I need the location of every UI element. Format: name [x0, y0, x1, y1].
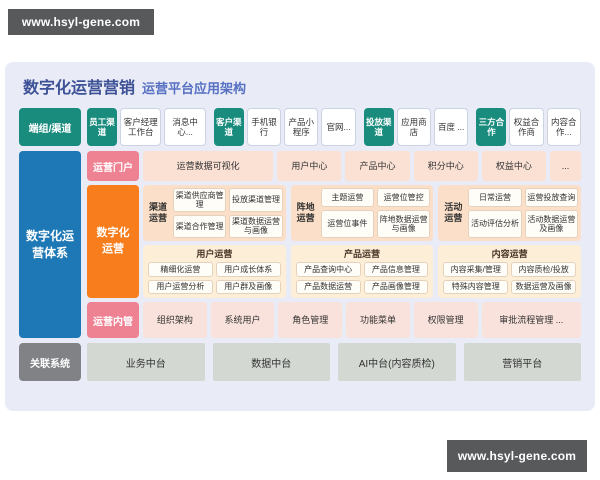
internal-item: 角色管理 [278, 302, 343, 338]
ops-group-grid: 内容采集/管理 内容质检/投放 特殊内容管理 数据运营及画像 [443, 262, 577, 294]
ops-box: 用户运营分析 [148, 279, 213, 294]
ops-box: 运营位管控 [377, 188, 431, 207]
ops-group-user: 用户运营 精细化运营 用户成长体系 用户运营分析 用户群及画像 [143, 245, 286, 298]
internal-item: 审批流程管理 ... [481, 302, 582, 338]
page-title: 数字化运营营销 运营平台应用架构 [23, 74, 581, 98]
portal-item: 运营数据可视化 [143, 151, 274, 181]
ops-box: 用户群及画像 [215, 279, 281, 294]
digital-ops-row: 数字化运营 渠道运营 渠道供应商管理 投放渠道管理 渠道合作管理 渠道数据运营与… [87, 185, 582, 298]
ops-group-title: 产品运营 [344, 249, 381, 259]
operations-system-block: 数字化运营体系 运营门户 运营数据可视化 用户中心 产品中心 积分中心 权益中心… [19, 151, 582, 338]
ops-group-position: 阵地运营 主题运营 运营位管控 运营位事件 阵地数据运营与画像 [290, 185, 434, 241]
channels-row-label: 端组/渠道 [19, 108, 81, 146]
related-systems-list: 业务中台 数据中台 AI中台(内容质检) 营销平台 [87, 343, 581, 381]
title-main: 数字化运营营销 [23, 80, 136, 97]
channel-chip: 手机银行 [246, 108, 282, 146]
ops-group-grid: 产品查询中心 产品信息管理 产品数据运营 产品画像管理 [295, 262, 429, 294]
ops-group-grid: 渠道供应商管理 投放渠道管理 渠道合作管理 渠道数据运营与画像 [173, 188, 283, 238]
ops-group-grid: 日常运营 运营投放查询 活动评估分析 活动数据运营及画像 [468, 188, 579, 238]
ops-group-label: 活动运营 [444, 201, 463, 223]
ops-box: 运营位事件 [320, 209, 374, 238]
portal-item-more: ... [549, 151, 582, 181]
ops-box: 精细化运营 [148, 262, 213, 277]
internal-row: 运营内管 组织架构 系统用户 角色管理 功能菜单 权限管理 审批流程管理 ... [87, 302, 582, 338]
system-column-label: 数字化运营体系 [19, 151, 81, 338]
ops-box: 用户成长体系 [215, 262, 281, 277]
ops-box: 渠道合作管理 [173, 214, 227, 238]
ops-box: 日常运营 [468, 188, 522, 207]
channels-list: 员工渠道 客户经理工作台 消息中心... 客户渠道 手机银行 产品小程序 官网.… [87, 108, 581, 146]
related-system: 业务中台 [87, 343, 205, 381]
ops-group-product: 产品运营 产品查询中心 产品信息管理 产品数据运营 产品画像管理 [290, 245, 434, 298]
ops-group-label: 渠道运营 [148, 201, 167, 223]
ops-box: 内容采集/管理 [443, 262, 509, 277]
ops-box: 特殊内容管理 [443, 279, 509, 294]
internal-label: 运营内管 [87, 302, 139, 338]
ops-group-activity: 活动运营 日常运营 运营投放查询 活动评估分析 活动数据运营及画像 [438, 185, 582, 241]
ops-group-grid: 精细化运营 用户成长体系 用户运营分析 用户群及画像 [148, 262, 281, 294]
ops-box: 投放渠道管理 [229, 188, 283, 212]
channel-chip: 百度 ... [434, 108, 469, 146]
channel-chip: 权益合作商 [509, 108, 544, 146]
ops-box: 运营投放查询 [524, 188, 579, 207]
channel-group-head: 客户渠道 [213, 108, 244, 146]
ops-box: 活动评估分析 [468, 209, 522, 238]
ops-group-label: 阵地运营 [296, 201, 315, 223]
internal-item: 功能菜单 [346, 302, 410, 338]
related-system: AI中台(内容质检) [338, 343, 456, 381]
ops-box: 主题运营 [320, 188, 374, 207]
ops-bottom-groups: 用户运营 精细化运营 用户成长体系 用户运营分析 用户群及画像 产品运营 产品查… [143, 245, 582, 298]
portal-item: 用户中心 [277, 151, 342, 181]
channel-chip: 内容合作... [546, 108, 581, 146]
ops-group-title: 用户运营 [196, 249, 233, 259]
ops-box: 活动数据运营及画像 [524, 209, 579, 238]
ops-top-groups: 渠道运营 渠道供应商管理 投放渠道管理 渠道合作管理 渠道数据运营与画像 阵地运… [143, 185, 582, 241]
channel-group-head: 投放渠道 [363, 108, 394, 146]
channels-row: 端组/渠道 员工渠道 客户经理工作台 消息中心... 客户渠道 手机银行 产品小… [19, 108, 581, 146]
ops-box: 产品数据运营 [295, 279, 361, 294]
channel-chip: 产品小程序 [284, 108, 319, 146]
internal-item: 权限管理 [413, 302, 478, 338]
operations-content: 运营门户 运营数据可视化 用户中心 产品中心 积分中心 权益中心 ... 数字化… [87, 151, 582, 338]
ops-box: 阵地数据运营与画像 [377, 209, 431, 238]
internal-item: 组织架构 [143, 302, 207, 338]
ops-group-grid: 主题运营 运营位管控 运营位事件 阵地数据运营与画像 [320, 188, 431, 238]
channel-group-head: 员工渠道 [87, 108, 118, 146]
ops-box: 数据运营及画像 [511, 279, 577, 294]
portal-row: 运营门户 运营数据可视化 用户中心 产品中心 积分中心 权益中心 ... [87, 151, 582, 181]
ops-box: 产品信息管理 [363, 262, 429, 277]
watermark-bottom: www.hsyl-gene.com [447, 440, 587, 472]
channel-chip: 应用商店 [396, 108, 432, 146]
ops-box: 渠道数据运营与画像 [229, 214, 283, 238]
channel-chip: 客户经理工作台 [120, 108, 162, 146]
ops-box: 内容质检/投放 [511, 262, 577, 277]
architecture-card: 数字化运营营销 运营平台应用架构 端组/渠道 员工渠道 客户经理工作台 消息中心.… [5, 62, 595, 411]
watermark-top: www.hsyl-gene.com [8, 9, 154, 35]
channel-chip: 消息中心... [164, 108, 206, 146]
channel-chip: 官网... [321, 108, 356, 146]
portal-item: 积分中心 [413, 151, 478, 181]
ops-group-channel: 渠道运营 渠道供应商管理 投放渠道管理 渠道合作管理 渠道数据运营与画像 [143, 185, 286, 241]
digital-ops-label: 数字化运营 [87, 185, 139, 298]
channel-group-head: 三方合作 [476, 108, 507, 146]
ops-group-content: 内容运营 内容采集/管理 内容质检/投放 特殊内容管理 数据运营及画像 [438, 245, 582, 298]
related-system: 营销平台 [463, 343, 581, 381]
portal-label: 运营门户 [87, 151, 139, 181]
related-system: 数据中台 [212, 343, 330, 381]
portal-item: 产品中心 [345, 151, 410, 181]
ops-box: 渠道供应商管理 [173, 188, 227, 212]
ops-box: 产品画像管理 [363, 279, 429, 294]
related-systems-row: 关联系统 业务中台 数据中台 AI中台(内容质检) 营销平台 [19, 343, 581, 381]
title-sub: 运营平台应用架构 [142, 81, 247, 96]
ops-group-title: 内容运营 [491, 249, 528, 259]
portal-item: 权益中心 [481, 151, 546, 181]
architecture-diagram: 端组/渠道 员工渠道 客户经理工作台 消息中心... 客户渠道 手机银行 产品小… [19, 108, 582, 381]
related-systems-label: 关联系统 [19, 343, 81, 381]
digital-ops-content: 渠道运营 渠道供应商管理 投放渠道管理 渠道合作管理 渠道数据运营与画像 阵地运… [143, 185, 582, 298]
ops-box: 产品查询中心 [295, 262, 361, 277]
internal-item: 系统用户 [210, 302, 275, 338]
